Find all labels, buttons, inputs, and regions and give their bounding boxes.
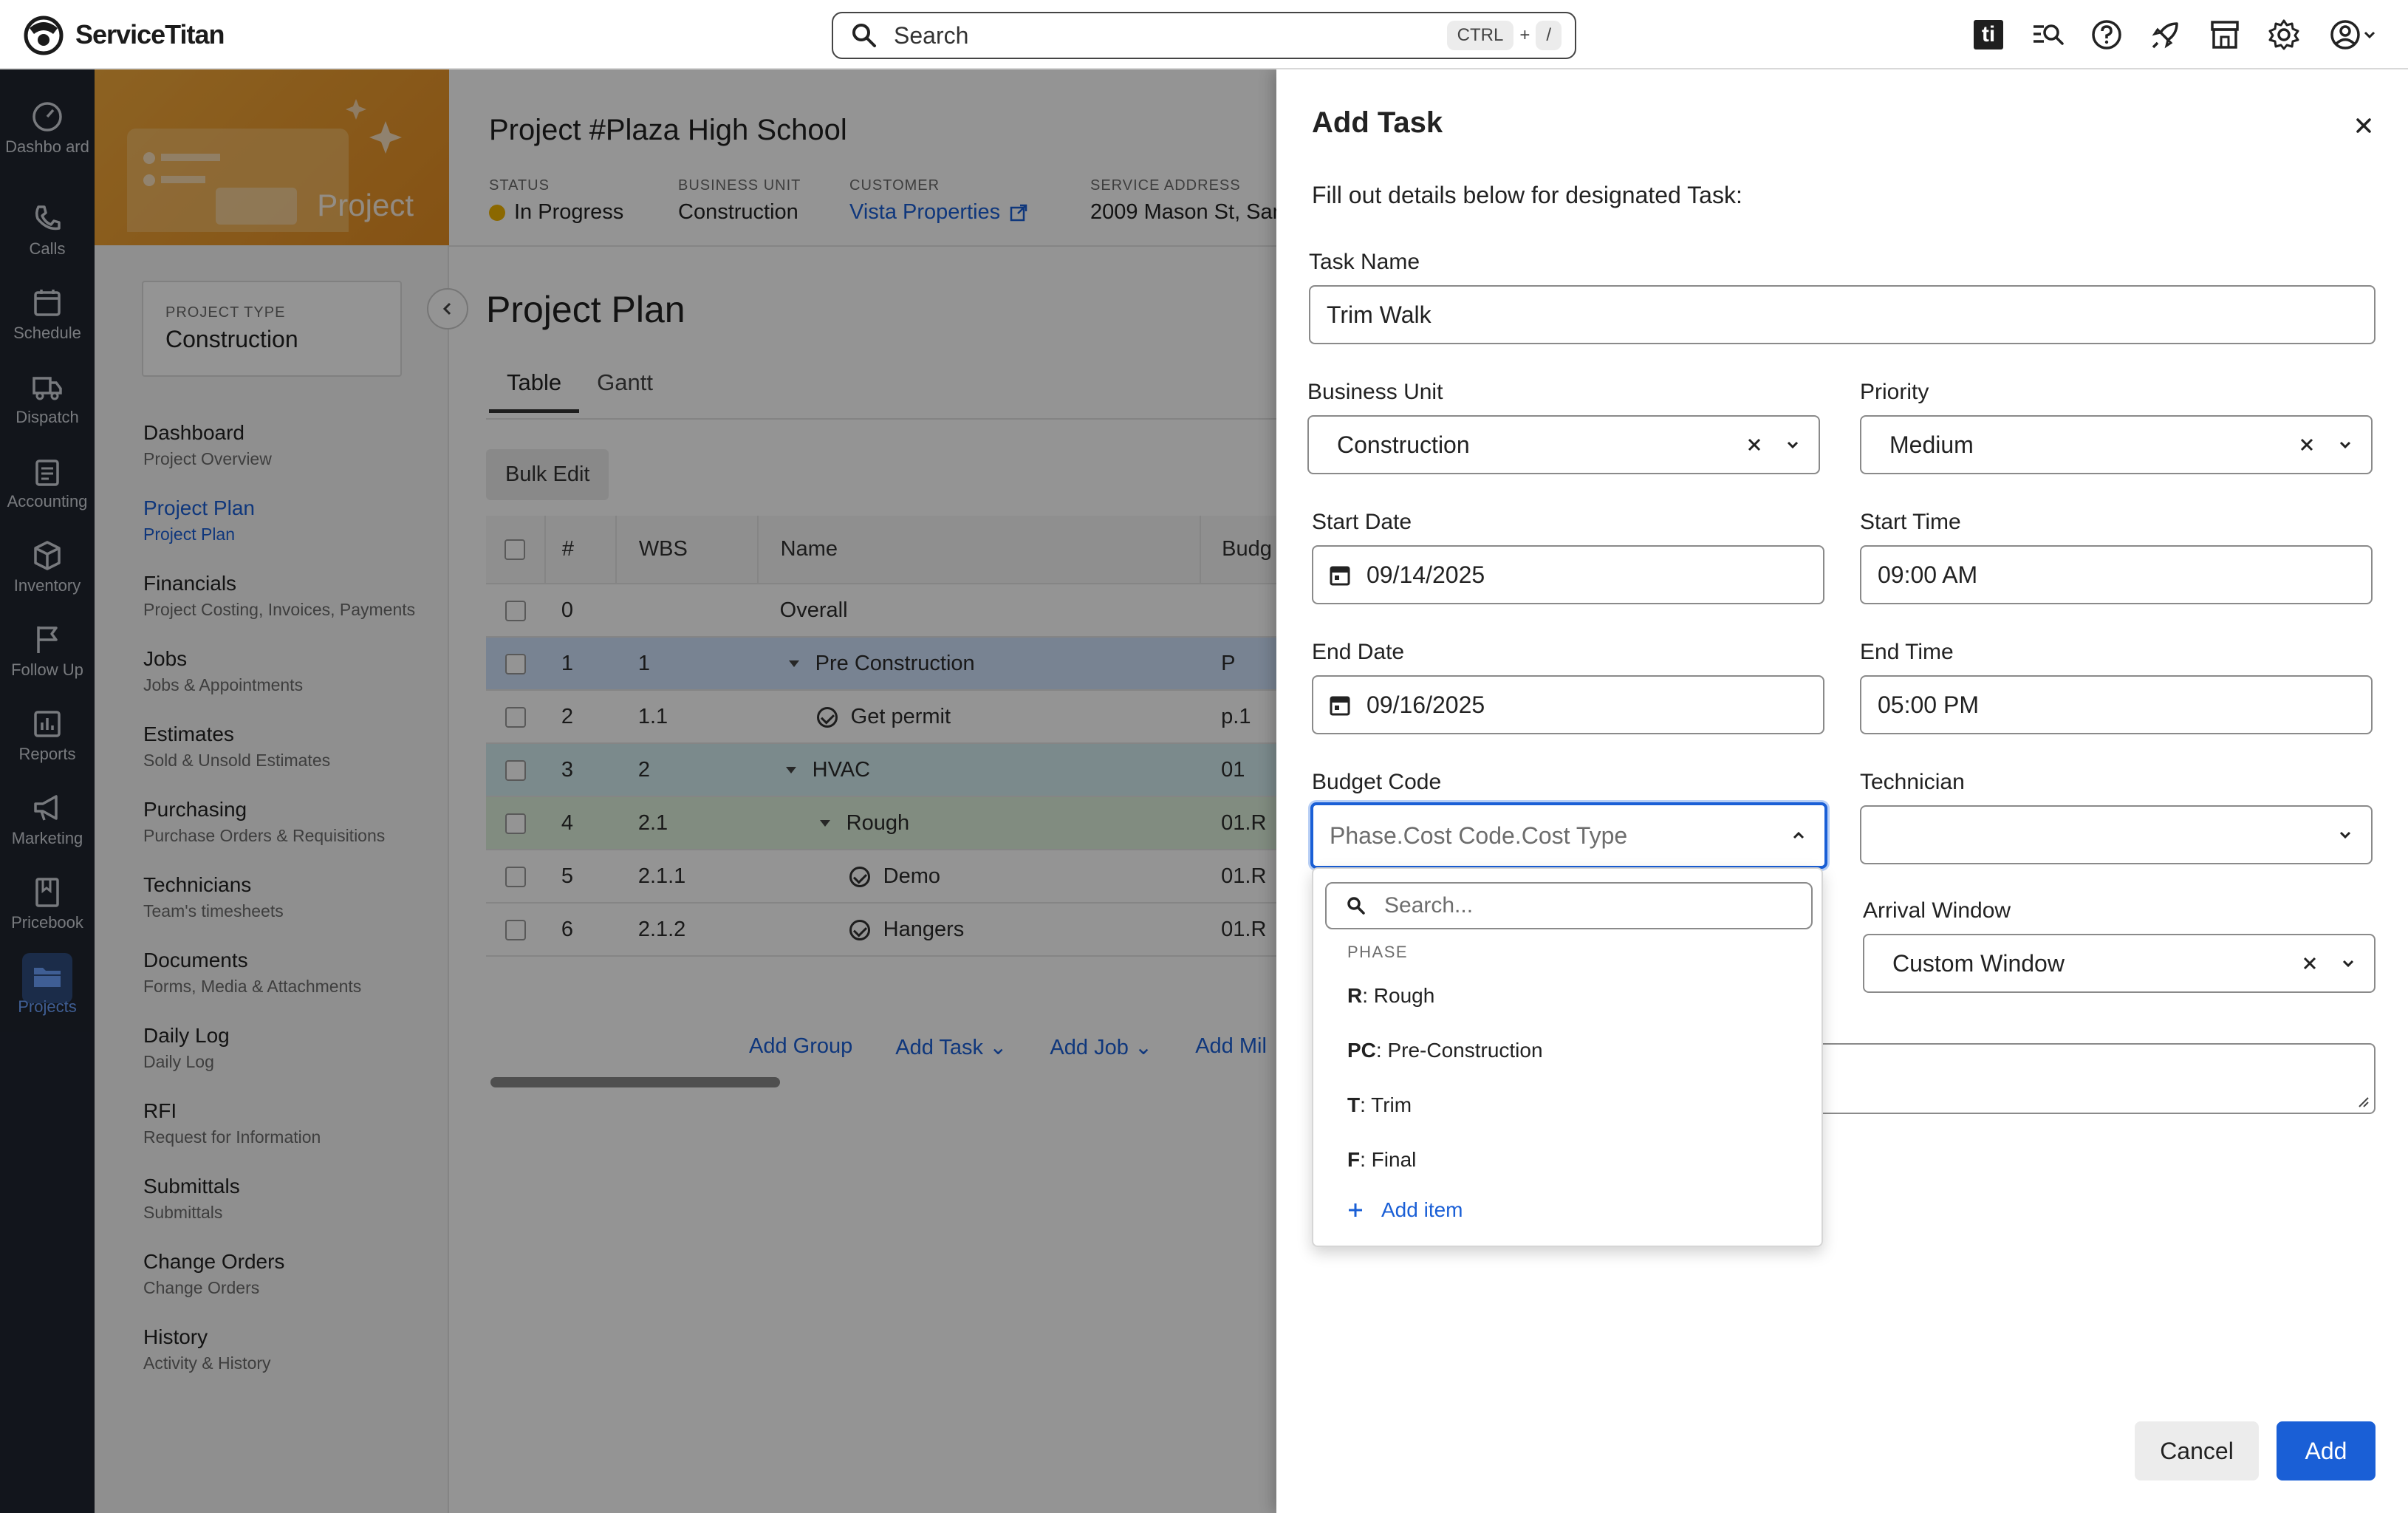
option-name: : Rough (1362, 984, 1435, 1007)
whats-new-button[interactable] (2148, 17, 2183, 52)
dropdown-option[interactable]: F: Final (1347, 1148, 1416, 1172)
end-time-label: End Time (1860, 640, 1954, 664)
end-date-value: 09/16/2025 (1367, 691, 1485, 718)
dropdown-search-placeholder: Search... (1384, 893, 1474, 918)
option-name: : Trim (1360, 1093, 1412, 1116)
clear-icon[interactable] (1745, 435, 1764, 454)
chevron-down-icon (2342, 960, 2354, 968)
clear-icon[interactable] (2297, 435, 2316, 454)
add-item-label: Add item (1381, 1198, 1463, 1221)
store-icon (2211, 21, 2239, 49)
budget-code-label: Budget Code (1312, 770, 1442, 794)
search-list-icon (2034, 24, 2064, 45)
chevron-down-icon (2339, 831, 2351, 839)
arrival-window-value: Custom Window (1892, 949, 2065, 977)
titan-logo-icon (24, 16, 64, 55)
drawer-subtitle: Fill out details below for designated Ta… (1312, 182, 1742, 208)
option-code: F (1347, 1148, 1361, 1171)
add-task-drawer: Add Task Fill out details below for desi… (1276, 69, 2408, 1513)
budget-code-placeholder: Phase.Cost Code.Cost Type (1330, 822, 1628, 849)
description-textarea[interactable] (1792, 1043, 2375, 1114)
drawer-title: Add Task (1312, 106, 1443, 139)
start-time-field[interactable]: 09:00 AM (1860, 545, 2373, 604)
end-time-value: 05:00 PM (1878, 691, 1979, 718)
add-item-button[interactable]: Add item (1347, 1198, 1463, 1222)
rocket-icon (2152, 22, 2178, 49)
resize-handle-icon[interactable] (2358, 1096, 2370, 1108)
task-name-label: Task Name (1309, 250, 1420, 274)
clear-icon[interactable] (2300, 954, 2319, 973)
plus-icon (1349, 1203, 1362, 1217)
arrival-window-select[interactable]: Custom Window (1863, 934, 2375, 993)
budget-code-dropdown: Search... PHASE R: Rough PC: Pre-Constru… (1312, 867, 1823, 1247)
technician-select[interactable] (1860, 805, 2373, 864)
business-unit-label: Business Unit (1307, 380, 1443, 404)
arrival-window-label: Arrival Window (1863, 898, 2011, 923)
dropdown-option[interactable]: R: Rough (1347, 984, 1434, 1008)
option-name: : Pre-Construction (1375, 1039, 1543, 1062)
top-icon-bar: ti (1971, 15, 2380, 55)
chevron-down-icon (2339, 441, 2351, 449)
start-date-value: 09/14/2025 (1367, 561, 1485, 588)
start-time-value: 09:00 AM (1878, 561, 1978, 588)
end-date-label: End Date (1312, 640, 1405, 664)
shortcut-plus: + (1519, 25, 1530, 45)
start-time-label: Start Time (1860, 510, 1961, 534)
add-button[interactable]: Add (2277, 1421, 2375, 1480)
gear-icon (2268, 19, 2299, 50)
end-date-field[interactable]: 09/16/2025 (1312, 675, 1824, 734)
search-icon (852, 24, 876, 47)
business-unit-value: Construction (1337, 431, 1470, 458)
option-code: R (1347, 984, 1363, 1007)
help-icon (2092, 20, 2121, 49)
titan-intelligence-button[interactable]: ti (1971, 17, 2006, 52)
priority-select[interactable]: Medium (1860, 415, 2373, 474)
titan-intelligence-icon: ti (1974, 20, 2003, 49)
start-date-label: Start Date (1312, 510, 1412, 534)
option-code: T (1347, 1093, 1361, 1116)
dropdown-option[interactable]: T: Trim (1347, 1093, 1412, 1117)
start-date-field[interactable]: 09/14/2025 (1312, 545, 1824, 604)
option-code: PC (1347, 1039, 1376, 1062)
modal-backdrop[interactable] (0, 69, 1276, 1513)
help-button[interactable] (2089, 17, 2124, 52)
brand-name: ServiceTitan (75, 19, 225, 49)
dropdown-group-label: PHASE (1347, 943, 1409, 961)
dropdown-option[interactable]: PC: Pre-Construction (1347, 1039, 1543, 1062)
account-menu-button[interactable] (2325, 17, 2380, 52)
chevron-down-icon (1787, 441, 1799, 449)
priority-label: Priority (1860, 380, 1929, 404)
search-icon (1347, 897, 1365, 915)
top-bar: ServiceTitan Search CTRL + / ti (0, 0, 2408, 69)
dropdown-search-input[interactable]: Search... (1325, 882, 1813, 929)
chevron-up-icon (1793, 831, 1805, 839)
search-list-button[interactable] (2030, 17, 2065, 52)
chevron-down-icon (2364, 31, 2375, 39)
task-name-field[interactable]: Trim Walk (1309, 285, 2375, 344)
business-unit-select[interactable]: Construction (1307, 415, 1820, 474)
close-icon[interactable] (2349, 111, 2378, 140)
shortcut-ctrl: CTRL (1446, 21, 1514, 50)
shortcut-slash: / (1536, 21, 1562, 50)
option-name: : Final (1360, 1148, 1417, 1171)
calendar-icon (1330, 566, 1350, 586)
settings-button[interactable] (2266, 17, 2302, 52)
cancel-button[interactable]: Cancel (2135, 1421, 2259, 1480)
end-time-field[interactable]: 05:00 PM (1860, 675, 2373, 734)
task-name-value: Trim Walk (1327, 301, 1432, 328)
account-icon (2330, 20, 2360, 49)
brand-logo[interactable]: ServiceTitan (22, 13, 225, 56)
global-search[interactable]: Search CTRL + / (832, 12, 1576, 59)
budget-code-select[interactable]: Phase.Cost Code.Cost Type (1310, 802, 1827, 869)
technician-label: Technician (1860, 770, 1965, 794)
marketplace-button[interactable] (2207, 17, 2243, 52)
calendar-icon (1330, 696, 1350, 716)
priority-value: Medium (1889, 431, 1974, 458)
search-placeholder: Search (894, 21, 969, 49)
